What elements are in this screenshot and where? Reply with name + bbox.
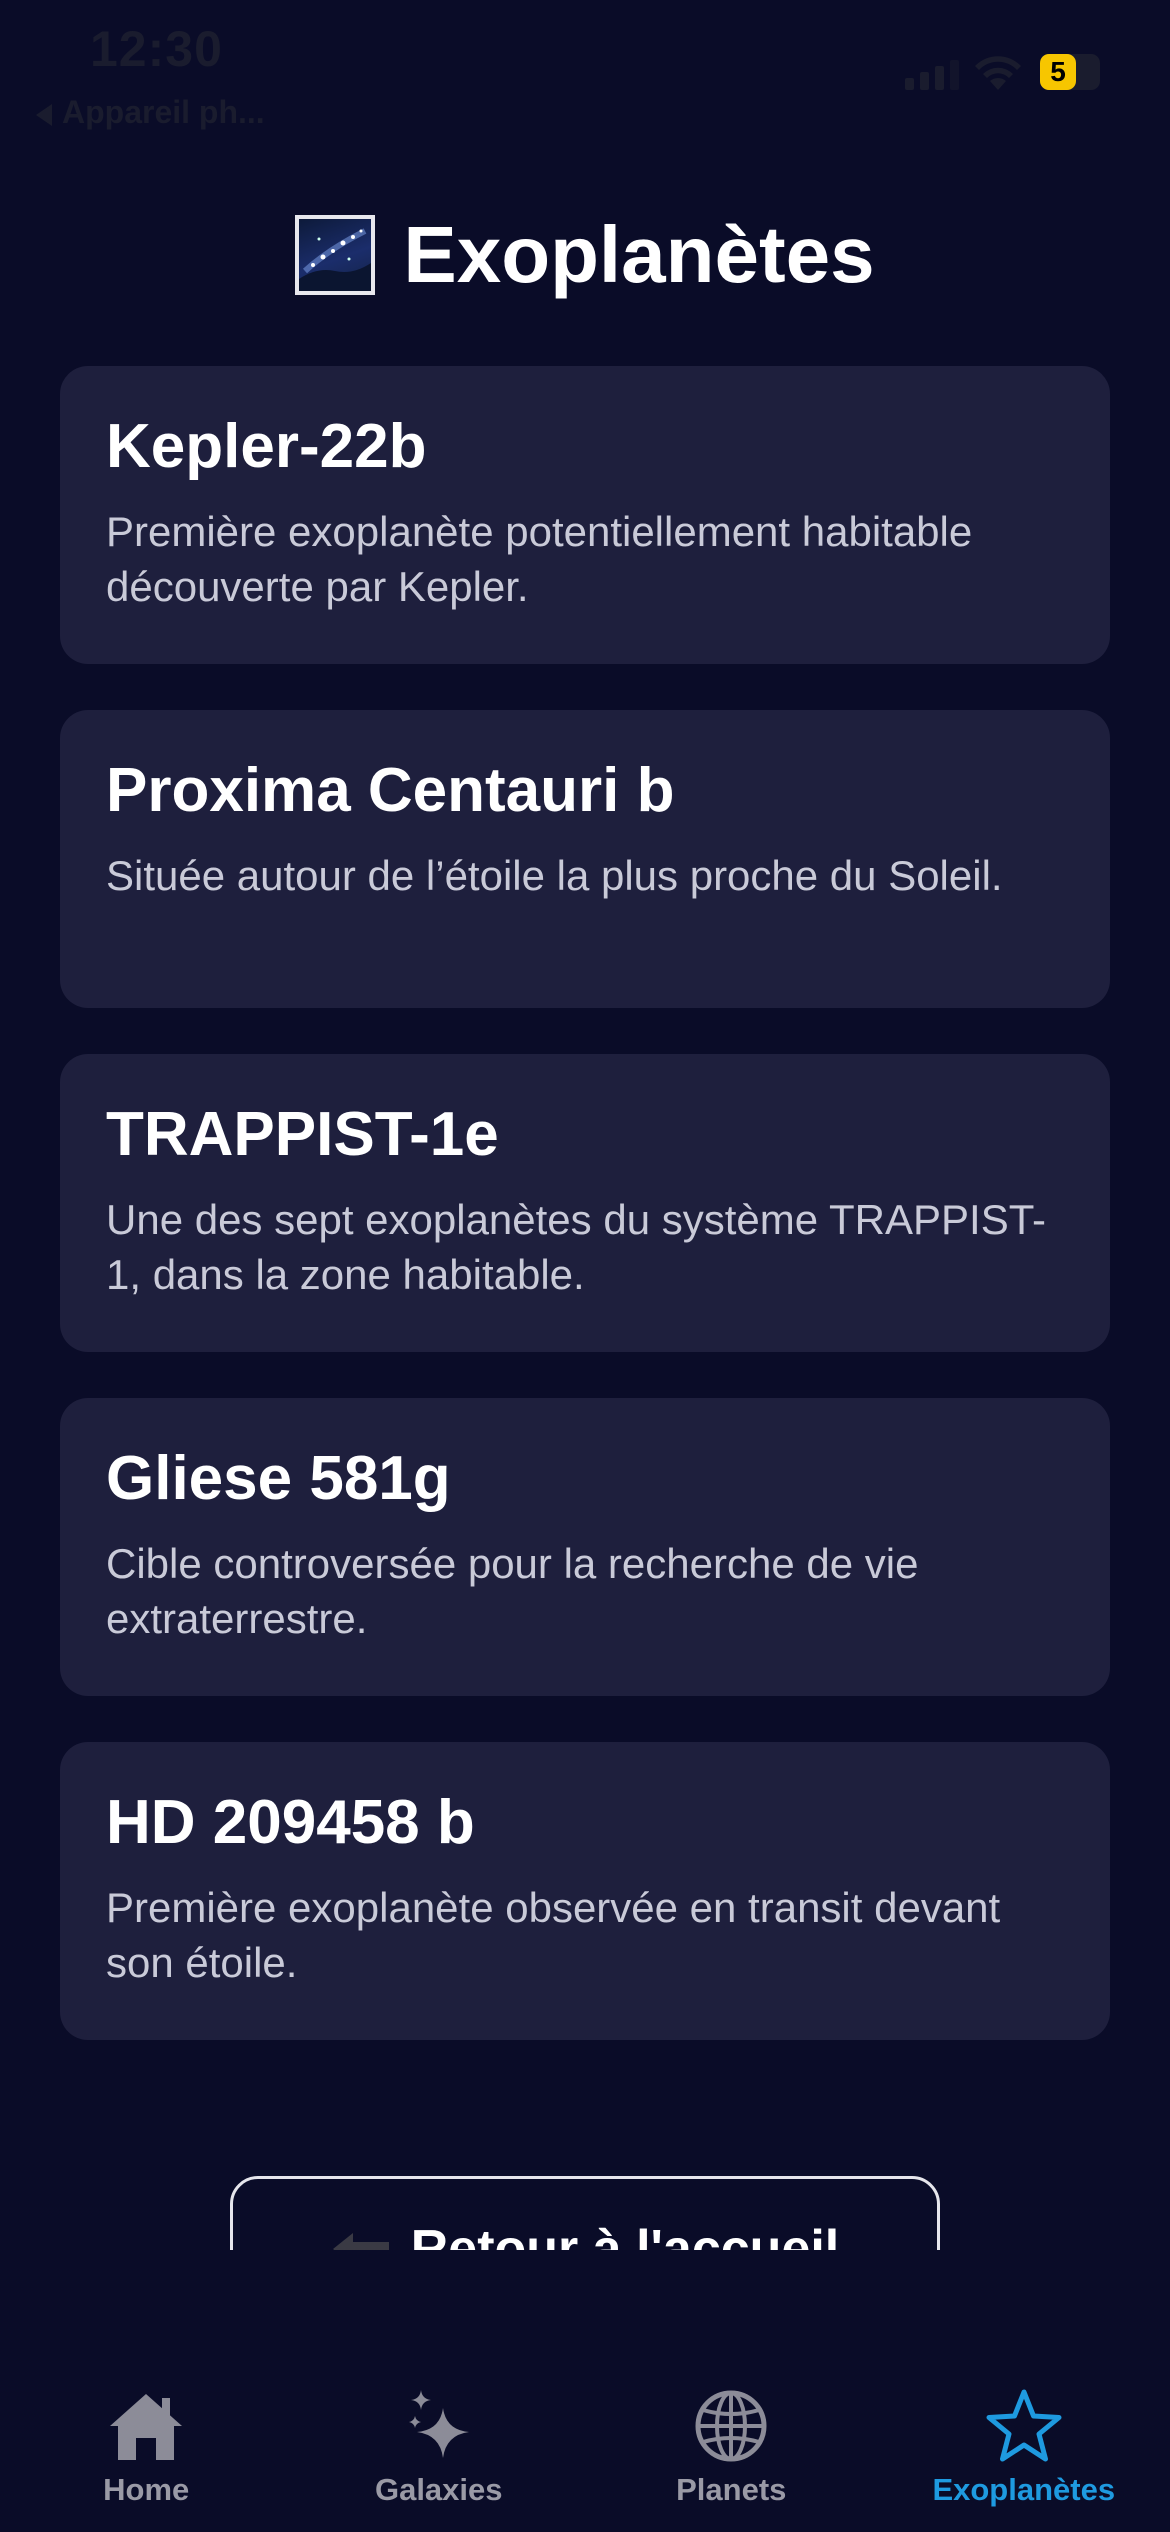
star-icon — [986, 2389, 1062, 2462]
exoplanet-name: Kepler-22b — [106, 412, 427, 481]
globe-icon — [695, 2390, 767, 2462]
back-triangle-icon — [36, 103, 52, 126]
sparkles-icon — [408, 2390, 469, 2458]
status-bar: 12:30 Appareil ph... 5 — [0, 0, 1170, 140]
return-home-label: Retour à l'accueil — [410, 2220, 840, 2250]
return-home-button[interactable]: Retour à l'accueil — [230, 2176, 940, 2250]
page-header: Exoplanètes — [0, 200, 1170, 310]
scroll-clip: Retour à l'accueil — [0, 2170, 1170, 2250]
exoplanet-description: Une des sept exoplanètes du système TRAP… — [106, 1196, 1047, 1299]
back-to-app-link[interactable]: Appareil ph... — [36, 94, 265, 131]
tab-label: Galaxies — [374, 2472, 503, 2507]
tab-planets[interactable]: Planets — [585, 2360, 878, 2532]
exoplanet-card-kepler-22b[interactable]: Kepler-22b Première exoplanète potentiel… — [60, 366, 1110, 664]
back-app-label: Appareil ph... — [62, 94, 265, 130]
tab-bar: Home Galaxies Planets Exoplanètes — [0, 2360, 1170, 2532]
exoplanet-card-gliese-581g[interactable]: Gliese 581g Cible controversée pour la r… — [60, 1398, 1110, 1696]
battery-indicator: 5 — [1040, 54, 1106, 90]
exoplanet-card-proxima-centauri-b[interactable]: Proxima Centauri b Située autour de l’ét… — [60, 710, 1110, 1008]
exoplanet-description: Située autour de l’étoile la plus proche… — [106, 852, 1003, 899]
tab-label: Planets — [676, 2472, 787, 2507]
cellular-signal-icon — [905, 60, 959, 90]
arrow-left-icon — [332, 2233, 389, 2250]
exoplanet-name: Proxima Centauri b — [106, 756, 675, 825]
tab-galaxies[interactable]: Galaxies — [293, 2360, 586, 2532]
tab-home[interactable]: Home — [0, 2360, 293, 2532]
exoplanet-description: Cible controversée pour la recherche de … — [106, 1540, 919, 1643]
battery-level: 5 — [1050, 56, 1066, 87]
exoplanet-list: Kepler-22b Première exoplanète potentiel… — [60, 366, 1110, 2086]
exoplanet-description: Première exoplanète potentiellement habi… — [106, 508, 973, 611]
tab-label: Home — [103, 2472, 190, 2507]
page-title: Exoplanètes — [403, 210, 875, 299]
exoplanet-name: HD 209458 b — [106, 1788, 475, 1857]
exoplanet-name: Gliese 581g — [106, 1444, 451, 1513]
house-icon — [110, 2394, 183, 2460]
status-time: 12:30 — [90, 21, 223, 77]
tab-exoplanetes[interactable]: Exoplanètes — [878, 2360, 1170, 2532]
exoplanet-description: Première exoplanète observée en transit … — [106, 1884, 1001, 1987]
exoplanet-card-hd-209458-b[interactable]: HD 209458 b Première exoplanète observée… — [60, 1742, 1110, 2040]
tab-label: Exoplanètes — [932, 2472, 1116, 2507]
exoplanet-name: TRAPPIST-1e — [106, 1100, 499, 1169]
milky-way-icon — [295, 215, 376, 295]
exoplanet-card-trappist-1e[interactable]: TRAPPIST-1e Une des sept exoplanètes du … — [60, 1054, 1110, 1352]
wifi-icon — [975, 56, 1021, 90]
